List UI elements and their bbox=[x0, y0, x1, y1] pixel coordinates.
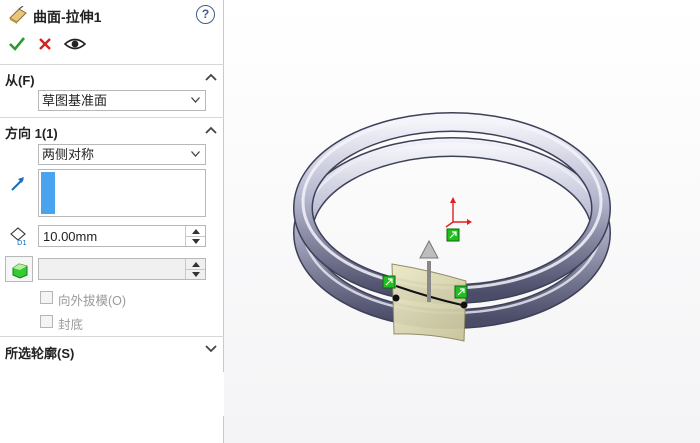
graphics-viewport[interactable] bbox=[224, 0, 700, 443]
depth-spin-buttons bbox=[185, 226, 205, 246]
draft-angle-input[interactable] bbox=[38, 258, 206, 280]
divider bbox=[0, 117, 224, 118]
triangle-down-icon bbox=[192, 239, 200, 244]
green-handle-left[interactable] bbox=[382, 275, 396, 289]
depth-value: 10.00mm bbox=[43, 229, 98, 244]
green-handle-top[interactable] bbox=[446, 228, 460, 242]
spin-down-button[interactable] bbox=[186, 236, 205, 246]
triangle-up-icon bbox=[192, 229, 200, 234]
draft-icon bbox=[12, 263, 28, 279]
selection-focus-strip bbox=[41, 172, 55, 214]
start-condition-select[interactable]: 草图基准面 bbox=[38, 90, 206, 111]
svg-text:D1: D1 bbox=[17, 239, 27, 246]
from-section-heading: 从(F) bbox=[5, 73, 35, 88]
divider bbox=[0, 336, 224, 337]
depth-input[interactable]: 10.00mm bbox=[38, 225, 206, 247]
draft-toggle-button[interactable] bbox=[5, 256, 33, 282]
model-view[interactable] bbox=[224, 0, 700, 443]
preview-eye-icon[interactable] bbox=[64, 35, 86, 53]
ok-checkmark-icon[interactable] bbox=[8, 35, 26, 53]
chevron-up-icon[interactable] bbox=[205, 73, 217, 81]
green-handle-right[interactable] bbox=[454, 285, 468, 299]
divider bbox=[0, 64, 224, 65]
draft-spin-buttons bbox=[185, 259, 205, 279]
feature-title: 曲面-拉伸1 bbox=[33, 9, 102, 25]
depth-dimension-icon: D1 bbox=[10, 227, 27, 246]
direction1-section-heading: 方向 1(1) bbox=[5, 126, 58, 141]
sketch-endpoint bbox=[460, 301, 468, 309]
direction-reference-selection-box[interactable] bbox=[38, 169, 206, 217]
spin-down-button[interactable] bbox=[186, 269, 205, 279]
end-condition-value: 两侧对称 bbox=[42, 147, 95, 162]
triangle-down-icon bbox=[192, 272, 200, 277]
reference-triad-icon bbox=[445, 197, 472, 228]
sketch-endpoint bbox=[392, 294, 400, 302]
title-bar: 曲面-拉伸1 ? bbox=[0, 0, 224, 30]
direction-arrow-icon[interactable] bbox=[8, 174, 28, 194]
chevron-down-icon bbox=[191, 151, 200, 157]
draft-outward-label: 向外拔模(O) bbox=[58, 294, 127, 308]
end-condition-select[interactable]: 两侧对称 bbox=[38, 144, 206, 165]
spin-up-button[interactable] bbox=[186, 226, 205, 236]
chevron-down-icon[interactable] bbox=[205, 345, 217, 353]
extruded-surface-icon bbox=[9, 6, 27, 24]
chevron-down-icon bbox=[191, 97, 200, 103]
cap-end-checkbox[interactable] bbox=[40, 315, 53, 328]
chevron-up-icon[interactable] bbox=[205, 126, 217, 134]
cancel-x-icon[interactable] bbox=[36, 35, 54, 53]
action-row bbox=[0, 33, 224, 57]
help-button[interactable]: ? bbox=[196, 5, 215, 24]
draft-outward-checkbox[interactable] bbox=[40, 291, 53, 304]
property-manager-panel: 曲面-拉伸1 ? 从(F) 草图基准面 方向 1(1) 两侧对称 D1 10.0… bbox=[0, 0, 224, 443]
start-condition-value: 草图基准面 bbox=[42, 93, 108, 108]
spin-up-button[interactable] bbox=[186, 259, 205, 269]
cap-end-label: 封底 bbox=[58, 318, 84, 332]
selected-contours-heading: 所选轮廓(S) bbox=[5, 346, 75, 361]
triangle-up-icon bbox=[192, 262, 200, 267]
